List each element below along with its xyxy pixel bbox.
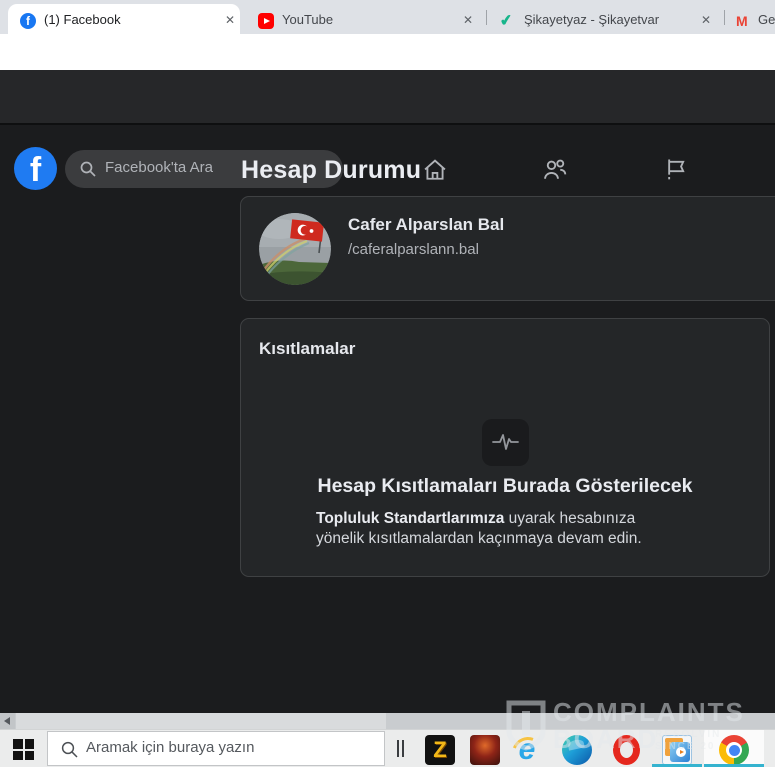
scrollbar-thumb[interactable] [16,713,386,729]
chrome-icon [719,735,749,765]
browser-tabstrip: f (1) Facebook ✕ YouTube ✕ ✔ Şikayetyaz … [0,0,775,34]
media-player-app[interactable] [652,730,702,767]
horizontal-scrollbar[interactable] [0,713,775,729]
chrome-app[interactable] [704,730,764,767]
tab-close-icon[interactable]: ✕ [460,12,476,28]
edge-icon[interactable] [562,735,592,765]
zula-icon[interactable]: Z [425,735,455,765]
restrictions-card: Kısıtlamalar Hesap Kısıtlamaları Burada … [240,318,770,577]
tab-gmail[interactable]: M Ge [728,4,775,34]
community-standards-link[interactable]: Topluluk Standartlarımıza [316,510,504,527]
profile-card[interactable]: Cafer Alparslan Bal /caferalparslann.bal [240,196,775,301]
profile-name: Cafer Alparslan Bal [348,215,504,235]
body-text: uyarak hesabınıza [504,510,635,527]
start-icon[interactable] [13,739,34,760]
taskbar-search[interactable] [47,731,385,766]
facebook-favicon: f [20,13,36,29]
scroll-left-arrow-icon[interactable] [0,713,15,729]
tab-youtube[interactable]: YouTube ✕ [248,4,480,34]
browser-toolbar: facebook.com/account_status/?location=pr… [0,34,775,70]
opera-icon[interactable] [613,735,640,765]
tab-title: YouTube [282,12,442,27]
restrictions-title: Kısıtlamalar [259,339,355,359]
home-icon[interactable] [421,156,449,184]
friends-icon[interactable] [541,156,569,184]
taskbar: Z e [0,729,775,767]
tab-facebook[interactable]: f (1) Facebook ✕ [8,4,240,34]
pulse-icon [492,430,519,454]
gmail-favicon: M [736,13,752,29]
sikayetvar-favicon: ✔ [499,12,517,30]
taskbar-separator [397,740,404,757]
tab-title: (1) Facebook [44,12,214,27]
internet-explorer-icon[interactable]: e [512,735,542,765]
profile-username: /caferalparslann.bal [348,241,479,258]
taskbar-search-icon [61,741,78,758]
tab-divider [486,10,487,25]
page-title: Hesap Durumu [241,156,421,185]
restrictions-empty-body: Topluluk Standartlarımıza uyarak hesabın… [316,509,700,549]
pulse-tile [482,419,529,466]
avatar[interactable] [259,213,331,285]
tab-title: Ge [758,12,775,27]
restrictions-empty-title: Hesap Kısıtlamaları Burada Gösterilecek [241,475,769,498]
search-icon [80,161,96,177]
tab-divider [724,10,725,25]
game-icon[interactable] [470,735,500,765]
youtube-favicon [258,13,274,29]
tab-close-icon[interactable]: ✕ [698,12,714,28]
tab-sikayetvar[interactable]: ✔ Şikayetyaz - Şikayetvar ✕ [490,4,720,34]
media-player-icon [662,735,692,765]
body-text: yönelik kısıtlamalardan kaçınmaya devam … [316,529,700,549]
tab-title: Şikayetyaz - Şikayetvar [524,12,682,27]
taskbar-search-input[interactable] [86,739,366,756]
facebook-header: f [0,70,775,125]
screen: f (1) Facebook ✕ YouTube ✕ ✔ Şikayetyaz … [0,0,775,767]
pages-flag-icon[interactable] [661,156,689,184]
tab-close-icon[interactable]: ✕ [222,12,238,28]
facebook-logo[interactable]: f [14,147,57,190]
ie-letter: e [519,733,536,766]
